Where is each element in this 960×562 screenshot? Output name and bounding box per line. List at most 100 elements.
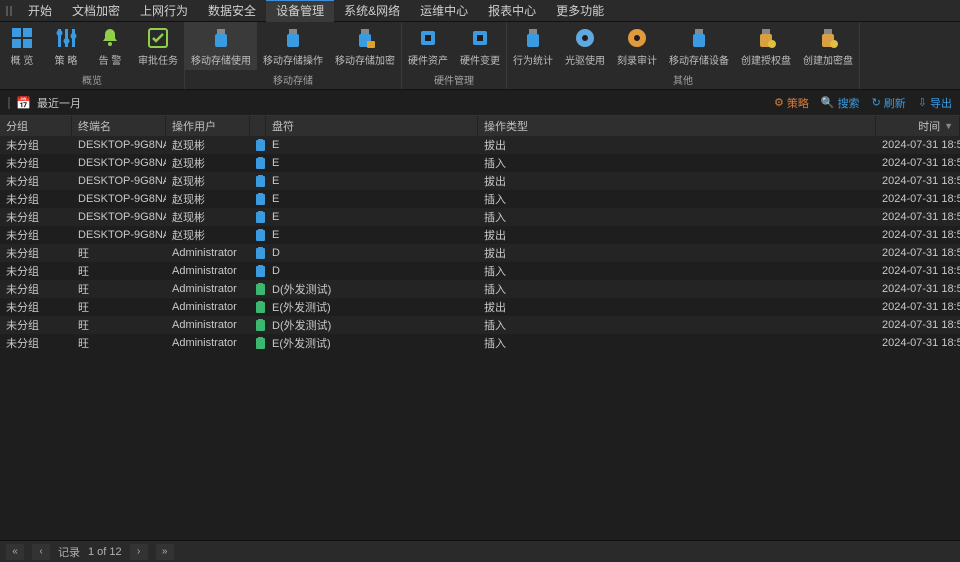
- cell-user: Administrator: [166, 319, 250, 331]
- table-row[interactable]: 未分组旺AdministratorD(外发测试)插入2024-07-31 18:…: [0, 280, 960, 298]
- table-row[interactable]: 未分组DESKTOP-9G8NA80赵现彬E插入2024-07-31 18:56…: [0, 208, 960, 226]
- ribbon-btn-光驱使用[interactable]: 光驱使用: [559, 22, 611, 70]
- usb-icon: [256, 266, 265, 277]
- ribbon-label: 告 警: [99, 52, 122, 67]
- menu-7[interactable]: 报表中心: [478, 0, 546, 22]
- menu-4[interactable]: 设备管理: [266, 0, 334, 22]
- col-time[interactable]: 时间 ▼: [876, 116, 960, 136]
- menu-8[interactable]: 更多功能: [546, 0, 614, 22]
- menu-5[interactable]: 系统&网络: [334, 0, 410, 22]
- ribbon-btn-移动存储操作[interactable]: 移动存储操作: [257, 22, 329, 70]
- table-row[interactable]: 未分组旺AdministratorE(外发测试)拔出2024-07-31 18:…: [0, 298, 960, 316]
- col-host[interactable]: 终端名: [72, 116, 166, 136]
- usb-icon: [256, 338, 265, 349]
- menu-3[interactable]: 数据安全: [198, 0, 266, 22]
- last-page-button[interactable]: »: [156, 544, 174, 560]
- ribbon-btn-移动存储使用[interactable]: 移动存储使用: [185, 22, 257, 70]
- cell-flag: [250, 301, 266, 313]
- cell-time: 2024-07-31 18:56:38: [876, 157, 960, 169]
- divider: [8, 97, 10, 109]
- record-label: 记录: [58, 544, 80, 560]
- menu-6[interactable]: 运维中心: [410, 0, 478, 22]
- next-page-button[interactable]: ›: [130, 544, 148, 560]
- cell-group: 未分组: [0, 299, 72, 315]
- cell-flag: [250, 337, 266, 349]
- cell-drive: E: [266, 175, 478, 187]
- cell-drive: D: [266, 247, 478, 259]
- cell-host: DESKTOP-9G8NA80: [72, 229, 166, 241]
- cell-flag: [250, 139, 266, 151]
- ribbon-btn-创建授权盘[interactable]: 创建授权盘: [735, 22, 797, 70]
- cell-time: 2024-07-31 18:54:12: [876, 247, 960, 259]
- cell-flag: [250, 193, 266, 205]
- strategy-button[interactable]: ⚙ 策略: [774, 95, 809, 111]
- cell-user: 赵现彬: [166, 155, 250, 171]
- table-row[interactable]: 未分组DESKTOP-9G8NA80赵现彬E拔出2024-07-31 18:56…: [0, 226, 960, 244]
- cell-flag: [250, 175, 266, 187]
- cell-group: 未分组: [0, 209, 72, 225]
- usb-key-icon: [816, 26, 840, 50]
- menu-0[interactable]: 开始: [18, 0, 62, 22]
- table-row[interactable]: 未分组DESKTOP-9G8NA80赵现彬E插入2024-07-31 18:56…: [0, 154, 960, 172]
- cell-user: 赵现彬: [166, 209, 250, 225]
- cell-drive: E(外发测试): [266, 299, 478, 315]
- table-row[interactable]: 未分组DESKTOP-9G8NA80赵现彬E插入2024-07-31 18:56…: [0, 190, 960, 208]
- ribbon-btn-硬件变更[interactable]: 硬件变更: [454, 22, 506, 70]
- col-group[interactable]: 分组: [0, 116, 72, 136]
- ribbon-btn-行为统计[interactable]: 行为统计: [507, 22, 559, 70]
- ribbon-label: 创建加密盘: [803, 52, 853, 67]
- table-row[interactable]: 未分组旺AdministratorD拔出2024-07-31 18:54:12: [0, 244, 960, 262]
- cell-user: 赵现彬: [166, 191, 250, 207]
- cell-type: 插入: [478, 191, 876, 207]
- ribbon-btn-移动存储加密[interactable]: 移动存储加密: [329, 22, 401, 70]
- ribbon-btn-审批任务[interactable]: 审批任务: [132, 22, 184, 70]
- menu-1[interactable]: 文档加密: [62, 0, 130, 22]
- cell-group: 未分组: [0, 317, 72, 333]
- col-type[interactable]: 操作类型: [478, 116, 876, 136]
- cell-user: 赵现彬: [166, 227, 250, 243]
- col-user[interactable]: 操作用户: [166, 116, 250, 136]
- ribbon-group-3: 行为统计光驱使用刻录审计移动存储设备创建授权盘创建加密盘其他: [507, 22, 860, 89]
- ribbon-label: 移动存储操作: [263, 52, 323, 67]
- first-page-button[interactable]: «: [6, 544, 24, 560]
- col-flag[interactable]: [250, 116, 266, 136]
- cell-type: 插入: [478, 317, 876, 333]
- ribbon-btn-创建加密盘[interactable]: 创建加密盘: [797, 22, 859, 70]
- cell-user: 赵现彬: [166, 173, 250, 189]
- ribbon-btn-策 略[interactable]: 策 略: [44, 22, 88, 70]
- log-table: 分组 终端名 操作用户 盘符 操作类型 时间 ▼ 未分组DESKTOP-9G8N…: [0, 116, 960, 536]
- ribbon-btn-概 览[interactable]: 概 览: [0, 22, 44, 70]
- ribbon-btn-刻录审计[interactable]: 刻录审计: [611, 22, 663, 70]
- cell-group: 未分组: [0, 281, 72, 297]
- cell-drive: D(外发测试): [266, 317, 478, 333]
- col-drive[interactable]: 盘符: [266, 116, 478, 136]
- sort-desc-icon: ▼: [944, 121, 953, 131]
- cell-user: Administrator: [166, 301, 250, 313]
- table-row[interactable]: 未分组DESKTOP-9G8NA80赵现彬E拔出2024-07-31 18:56…: [0, 172, 960, 190]
- chip-icon: [416, 26, 440, 50]
- refresh-button[interactable]: ↻ 刷新: [872, 95, 906, 111]
- ribbon: 概 览策 略告 警审批任务概览移动存储使用移动存储操作移动存储加密移动存储硬件资…: [0, 22, 960, 90]
- cell-time: 2024-07-31 18:54:00: [876, 337, 960, 349]
- usb-icon: [256, 230, 265, 241]
- cell-host: 旺: [72, 281, 166, 297]
- ribbon-group-title: 移动存储: [185, 70, 401, 89]
- table-row[interactable]: 未分组旺AdministratorD插入2024-07-31 18:54:10: [0, 262, 960, 280]
- cell-type: 插入: [478, 263, 876, 279]
- table-row[interactable]: 未分组旺AdministratorE(外发测试)插入2024-07-31 18:…: [0, 334, 960, 352]
- filter-period[interactable]: 最近一月: [37, 95, 81, 111]
- ribbon-btn-告 警[interactable]: 告 警: [88, 22, 132, 70]
- calendar-icon: 📅: [16, 96, 31, 110]
- cell-host: DESKTOP-9G8NA80: [72, 157, 166, 169]
- prev-page-button[interactable]: ‹: [32, 544, 50, 560]
- cell-time: 2024-07-31 18:54:08: [876, 283, 960, 295]
- cell-host: DESKTOP-9G8NA80: [72, 193, 166, 205]
- search-button[interactable]: 🔍 搜索: [821, 95, 860, 111]
- menu-2[interactable]: 上网行为: [130, 0, 198, 22]
- ribbon-btn-移动存储设备[interactable]: 移动存储设备: [663, 22, 735, 70]
- usb-key-icon: [754, 26, 778, 50]
- table-row[interactable]: 未分组DESKTOP-9G8NA80赵现彬E拔出2024-07-31 18:56…: [0, 136, 960, 154]
- ribbon-btn-硬件资产[interactable]: 硬件资产: [402, 22, 454, 70]
- export-button[interactable]: ⇩ 导出: [918, 95, 952, 111]
- table-row[interactable]: 未分组旺AdministratorD(外发测试)插入2024-07-31 18:…: [0, 316, 960, 334]
